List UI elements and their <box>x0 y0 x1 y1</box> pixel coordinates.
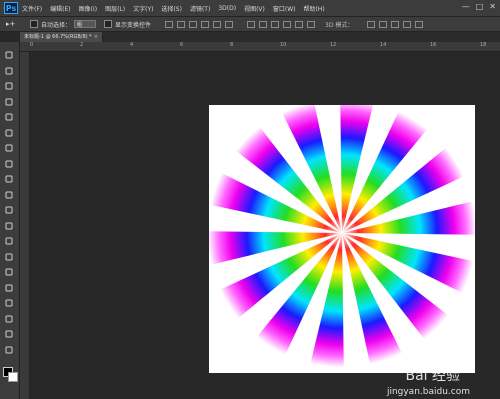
crop-tool-icon[interactable] <box>4 112 14 122</box>
3d-roll-icon[interactable] <box>379 20 388 28</box>
radial-rainbow-burst <box>209 105 475 373</box>
ruler-tick-label: 8 <box>230 42 234 48</box>
ruler-tick-label: 4 <box>130 42 134 48</box>
watermark-url: jingyan.baidu.com <box>386 387 470 397</box>
move-tool-preset-icon[interactable]: ▸+ <box>6 19 22 29</box>
menu-select[interactable]: 选择(S) <box>161 4 182 13</box>
menu-type[interactable]: 文字(Y) <box>133 4 153 13</box>
3d-scale-icon[interactable] <box>415 20 424 28</box>
ruler-tick-label: 16 <box>430 42 437 48</box>
show-transform-label: 显示变换控件 <box>115 21 152 29</box>
stamp-tool-icon[interactable] <box>4 174 14 184</box>
move-tool-icon[interactable] <box>4 50 14 60</box>
document-canvas[interactable] <box>209 105 475 373</box>
tools-panel <box>0 42 20 399</box>
ruler-tick-label: 0 <box>30 42 34 48</box>
dodge-tool-icon[interactable] <box>4 252 14 262</box>
3d-drag-icon[interactable] <box>391 20 400 28</box>
ruler-tick-label: 10 <box>280 42 287 48</box>
3d-rotate-icon[interactable] <box>367 20 376 28</box>
align-right-icon[interactable] <box>225 20 234 28</box>
ruler-tick-label: 6 <box>180 42 184 48</box>
auto-select-label: 自动选择： <box>41 21 72 29</box>
distribute-right-icon[interactable] <box>307 20 316 28</box>
3d-mode-label: 3D 模式： <box>325 21 354 29</box>
menu-filter[interactable]: 滤镜(T) <box>190 4 210 13</box>
type-tool-icon[interactable] <box>4 283 14 293</box>
auto-select-checkbox[interactable] <box>30 20 38 28</box>
options-bar: ▸+ 自动选择： 组 显示变换控件 3D 模式： <box>0 17 500 32</box>
document-tab[interactable]: 未标题-1 @ 66.7%(RGB/8) * × <box>20 32 103 42</box>
align-hcenter-icon[interactable] <box>213 20 222 28</box>
hand-tool-icon[interactable] <box>4 329 14 339</box>
document-tab-bar: 未标题-1 @ 66.7%(RGB/8) * × <box>20 32 500 42</box>
menu-edit[interactable]: 编辑(E) <box>50 4 70 13</box>
pen-tool-icon[interactable] <box>4 267 14 277</box>
3d-mode-buttons <box>367 20 424 28</box>
shape-tool-icon[interactable] <box>4 314 14 324</box>
background-color-swatch[interactable] <box>8 372 18 382</box>
menu-view[interactable]: 视图(V) <box>244 4 265 13</box>
distribute-bottom-icon[interactable] <box>271 20 280 28</box>
marquee-tool-icon[interactable] <box>4 66 14 76</box>
align-left-icon[interactable] <box>201 20 210 28</box>
tab-close-icon[interactable]: × <box>94 34 98 40</box>
menu-layer[interactable]: 图层(L) <box>105 4 125 13</box>
gradient-tool-icon[interactable] <box>4 221 14 231</box>
ruler-tick-label: 18 <box>480 42 487 48</box>
menu-file[interactable]: 文件(F) <box>22 4 42 13</box>
window-controls: — □ ✕ <box>462 2 496 11</box>
distribute-buttons <box>247 20 316 28</box>
distribute-vcenter-icon[interactable] <box>259 20 268 28</box>
watermark-logo: Bai 经验 <box>405 368 460 384</box>
ruler-tick-label: 12 <box>330 42 337 48</box>
history-brush-tool-icon[interactable] <box>4 190 14 200</box>
align-buttons <box>165 20 234 28</box>
photoshop-logo: Ps <box>4 2 18 14</box>
ruler-tick-label: 2 <box>80 42 84 48</box>
maximize-icon[interactable]: □ <box>476 2 484 11</box>
canvas-area[interactable]: Bai 经验 jingyan.baidu.com <box>30 52 500 399</box>
document-tab-title: 未标题-1 @ 66.7%(RGB/8) * <box>24 34 92 40</box>
menu-image[interactable]: 图像(I) <box>79 4 97 13</box>
eraser-tool-icon[interactable] <box>4 205 14 215</box>
distribute-top-icon[interactable] <box>247 20 256 28</box>
distribute-left-icon[interactable] <box>283 20 292 28</box>
menu-help[interactable]: 帮助(H) <box>304 4 325 13</box>
menu-3d[interactable]: 3D(D) <box>218 5 236 12</box>
brush-tool-icon[interactable] <box>4 159 14 169</box>
vertical-ruler <box>20 52 30 399</box>
eyedropper-tool-icon[interactable] <box>4 128 14 138</box>
show-transform-checkbox[interactable] <box>104 20 113 28</box>
horizontal-ruler: 0 2 4 6 8 10 12 14 16 18 <box>20 42 500 52</box>
distribute-hcenter-icon[interactable] <box>295 20 304 28</box>
blur-tool-icon[interactable] <box>4 236 14 246</box>
align-top-icon[interactable] <box>165 20 174 28</box>
zoom-tool-icon[interactable] <box>4 345 14 355</box>
healing-tool-icon[interactable] <box>4 143 14 153</box>
menu-bar: Ps 文件(F) 编辑(E) 图像(I) 图层(L) 文字(Y) 选择(S) 滤… <box>0 0 500 17</box>
minimize-icon[interactable]: — <box>462 2 470 11</box>
menu-window[interactable]: 窗口(W) <box>273 4 296 13</box>
lasso-tool-icon[interactable] <box>4 81 14 91</box>
quick-select-tool-icon[interactable] <box>4 97 14 107</box>
ruler-tick-label: 14 <box>380 42 387 48</box>
path-select-tool-icon[interactable] <box>4 298 14 308</box>
auto-select-dropdown[interactable]: 组 <box>74 20 97 28</box>
close-icon[interactable]: ✕ <box>489 2 496 11</box>
3d-slide-icon[interactable] <box>403 20 412 28</box>
burst-wedges <box>209 105 475 373</box>
align-vcenter-icon[interactable] <box>177 20 186 28</box>
align-bottom-icon[interactable] <box>189 20 198 28</box>
